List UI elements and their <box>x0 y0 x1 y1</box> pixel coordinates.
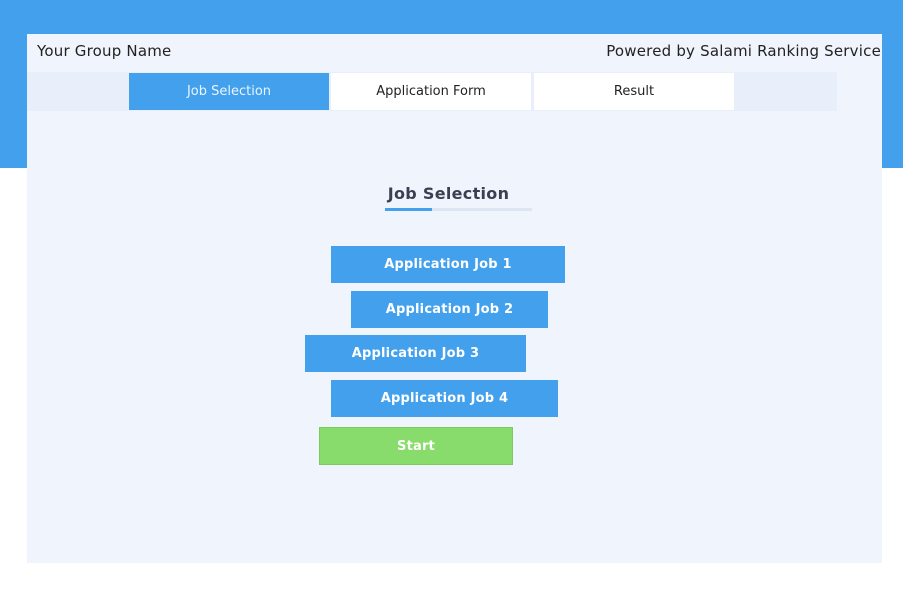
tab-application-form[interactable]: Application Form <box>331 73 531 110</box>
powered-by-text: Powered by Salami Ranking Service <box>606 42 881 60</box>
title-underline <box>385 208 532 211</box>
application-job-2-button[interactable]: Application Job 2 <box>351 291 548 328</box>
application-job-3-button[interactable]: Application Job 3 <box>305 335 526 372</box>
main-card: Your Group Name Powered by Salami Rankin… <box>27 34 882 563</box>
application-job-4-button[interactable]: Application Job 4 <box>331 380 558 417</box>
app-header: Your Group Name Powered by Salami Rankin… <box>27 34 882 70</box>
tab-result[interactable]: Result <box>534 73 734 110</box>
application-job-1-button[interactable]: Application Job 1 <box>331 246 565 283</box>
tab-bar: Job Selection Application Form Result <box>27 72 837 111</box>
section-title: Job Selection <box>387 184 510 203</box>
start-button[interactable]: Start <box>319 427 513 465</box>
page: Your Group Name Powered by Salami Rankin… <box>0 0 903 601</box>
title-underline-accent <box>385 208 432 211</box>
tab-job-selection[interactable]: Job Selection <box>129 73 329 110</box>
group-name: Your Group Name <box>37 42 172 60</box>
